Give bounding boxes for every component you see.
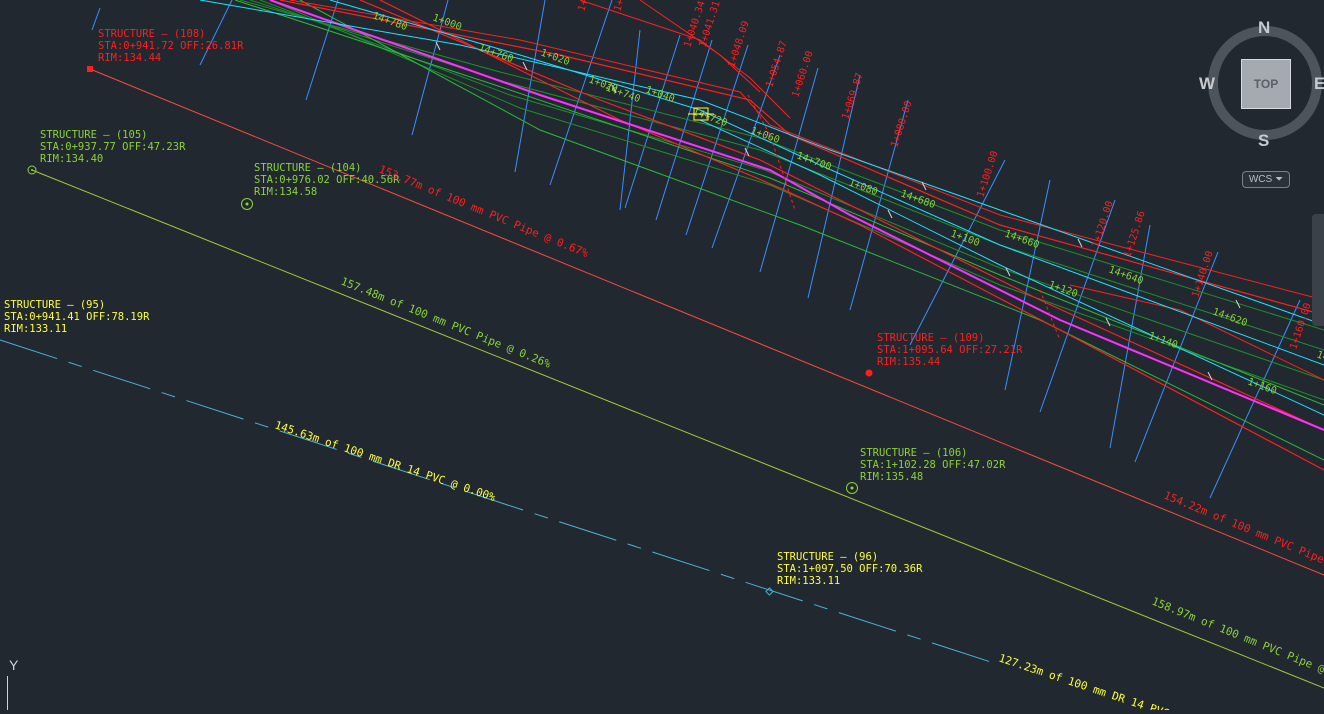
svg-text:RIM:135.48: RIM:135.48	[860, 471, 923, 483]
structure-96-label[interactable]: STRUCTURE – (96) STA:1+097.50 OFF:70.36R…	[777, 551, 923, 587]
structure-104-label[interactable]: STRUCTURE – (104) STA:0+976.02 OFF:40.56…	[254, 162, 400, 198]
viewcube-top-face[interactable]: TOP	[1241, 59, 1291, 109]
svg-text:STRUCTURE – (104): STRUCTURE – (104)	[254, 162, 361, 174]
svg-text:RIM:134.44: RIM:134.44	[98, 52, 161, 64]
svg-text:1+080.00: 1+080.00	[889, 100, 914, 149]
drawing-canvas[interactable]: STRUCTURE – (108) STA:0+941.72 OFF:26.81…	[0, 0, 1324, 714]
ucs-y-axis-label: Y	[9, 657, 19, 673]
svg-text:1+160.00: 1+160.00	[1288, 302, 1313, 351]
model-space[interactable]: STRUCTURE – (108) STA:0+941.72 OFF:26.81…	[0, 0, 1324, 714]
station-labels-red: 1+0 1+0 1+040.34 1+041.31 1+048.09 1+054…	[576, 0, 1313, 351]
svg-text:1+048.09: 1+048.09	[726, 20, 751, 69]
svg-text:1+120.00: 1+120.00	[1090, 200, 1115, 249]
alignment-ticks	[435, 41, 1241, 381]
pipe-label-106-next[interactable]: 158.97m of 100 mm PVC Pipe @	[1150, 595, 1324, 676]
structure-109-marker[interactable]	[865, 369, 873, 377]
svg-text:STA:1+095.64 OFF:27.21R: STA:1+095.64 OFF:27.21R	[877, 344, 1023, 356]
ucs-icon	[7, 676, 8, 710]
svg-text:14+740: 14+740	[604, 82, 642, 105]
svg-text:1+140.00: 1+140.00	[1190, 250, 1215, 299]
svg-text:14+620: 14+620	[1211, 306, 1249, 329]
pipe-label-109-next[interactable]: 154.22m of 100 mm PVC Pipe	[1162, 489, 1324, 566]
svg-text:1+140: 1+140	[1147, 330, 1179, 351]
section-lines	[91, 0, 1301, 499]
svg-text:RIM:133.11: RIM:133.11	[777, 575, 840, 587]
compass-east[interactable]: E	[1314, 74, 1324, 94]
structure-109-label[interactable]: STRUCTURE – (109) STA:1+095.64 OFF:27.21…	[877, 332, 1023, 368]
svg-text:1+0: 1+0	[576, 0, 592, 13]
svg-text:14+760: 14+760	[477, 42, 515, 65]
svg-text:STA:0+941.72 OFF:26.81R: STA:0+941.72 OFF:26.81R	[98, 40, 244, 52]
svg-text:1+060.00: 1+060.00	[790, 50, 815, 99]
svg-text:1+080: 1+080	[847, 177, 879, 198]
svg-text:14+780: 14+780	[371, 10, 409, 33]
pipe-label-96-next[interactable]: 127.23m of 100 mm DR 14 PVC	[997, 652, 1171, 714]
svg-text:STRUCTURE – (105): STRUCTURE – (105)	[40, 129, 147, 141]
structure-108-marker[interactable]	[87, 66, 93, 72]
svg-text:1+0: 1+0	[612, 0, 628, 13]
structure-108-label[interactable]: STRUCTURE – (108) STA:0+941.72 OFF:26.81…	[98, 28, 244, 64]
wcs-menu-button[interactable]: WCS ⏷	[1242, 171, 1290, 188]
svg-text:STRUCTURE – (96): STRUCTURE – (96)	[777, 551, 878, 563]
svg-text:1+054.87: 1+054.87	[764, 40, 789, 89]
compass-south[interactable]: S	[1258, 131, 1269, 151]
svg-text:1+060: 1+060	[749, 125, 781, 146]
pipe-label-95-96[interactable]: 145.63m of 100 mm DR 14 PVC @ 0.00%	[273, 419, 497, 505]
svg-text:STRUCTURE – (108): STRUCTURE – (108)	[98, 28, 205, 40]
svg-text:1+100.00: 1+100.00	[975, 150, 1000, 199]
svg-text:RIM:133.11: RIM:133.11	[4, 323, 67, 335]
compass-north[interactable]: N	[1258, 18, 1270, 38]
road-corridor	[199, 0, 1324, 471]
navigation-bar-tab[interactable]	[1312, 214, 1324, 326]
svg-text:1+160: 1+160	[1246, 376, 1278, 397]
svg-text:STRUCTURE – (106): STRUCTURE – (106)	[860, 447, 967, 459]
svg-text:STA:0+937.77 OFF:47.23R: STA:0+937.77 OFF:47.23R	[40, 141, 186, 153]
structure-105-label[interactable]: STRUCTURE – (105) STA:0+937.77 OFF:47.23…	[40, 129, 186, 165]
svg-text:RIM:134.40: RIM:134.40	[40, 153, 103, 165]
svg-text:14+700: 14+700	[795, 150, 833, 173]
svg-text:1+069.87: 1+069.87	[840, 72, 865, 121]
svg-text:1+125.86: 1+125.86	[1122, 210, 1147, 259]
svg-text:STRUCTURE – (95): STRUCTURE – (95)	[4, 299, 105, 311]
structure-95-label[interactable]: STRUCTURE – (95) STA:0+941.41 OFF:78.19R…	[4, 299, 150, 335]
svg-text:STA:1+102.28 OFF:47.02R: STA:1+102.28 OFF:47.02R	[860, 459, 1006, 471]
svg-text:STA:1+097.50 OFF:70.36R: STA:1+097.50 OFF:70.36R	[777, 563, 923, 575]
pipe-label-108-109[interactable]: 153.77m of 100 mm PVC Pipe @ 0.67%	[377, 163, 591, 261]
svg-text:RIM:134.58: RIM:134.58	[254, 186, 317, 198]
wcs-label: WCS	[1248, 174, 1273, 185]
svg-text:1+120: 1+120	[1047, 279, 1079, 300]
chevron-down-icon: ⏷	[1275, 174, 1284, 185]
svg-text:RIM:135.44: RIM:135.44	[877, 356, 940, 368]
compass-west[interactable]: W	[1199, 74, 1215, 94]
pipe-95-96	[0, 339, 1001, 666]
pipe-108-109	[89, 68, 1324, 576]
pipe-label-105-106[interactable]: 157.48m of 100 mm PVC Pipe @ 0.26%	[339, 275, 553, 371]
svg-text:STA:0+941.41 OFF:78.19R: STA:0+941.41 OFF:78.19R	[4, 311, 150, 323]
svg-text:1+040: 1+040	[644, 84, 676, 105]
svg-text:STA:0+976.02 OFF:40.56R: STA:0+976.02 OFF:40.56R	[254, 174, 400, 186]
pipe-lines	[0, 68, 1324, 689]
structure-106-label[interactable]: STRUCTURE – (106) STA:1+102.28 OFF:47.02…	[860, 447, 1006, 483]
svg-text:STRUCTURE – (109): STRUCTURE – (109)	[877, 332, 984, 344]
svg-text:14+640: 14+640	[1107, 264, 1145, 287]
